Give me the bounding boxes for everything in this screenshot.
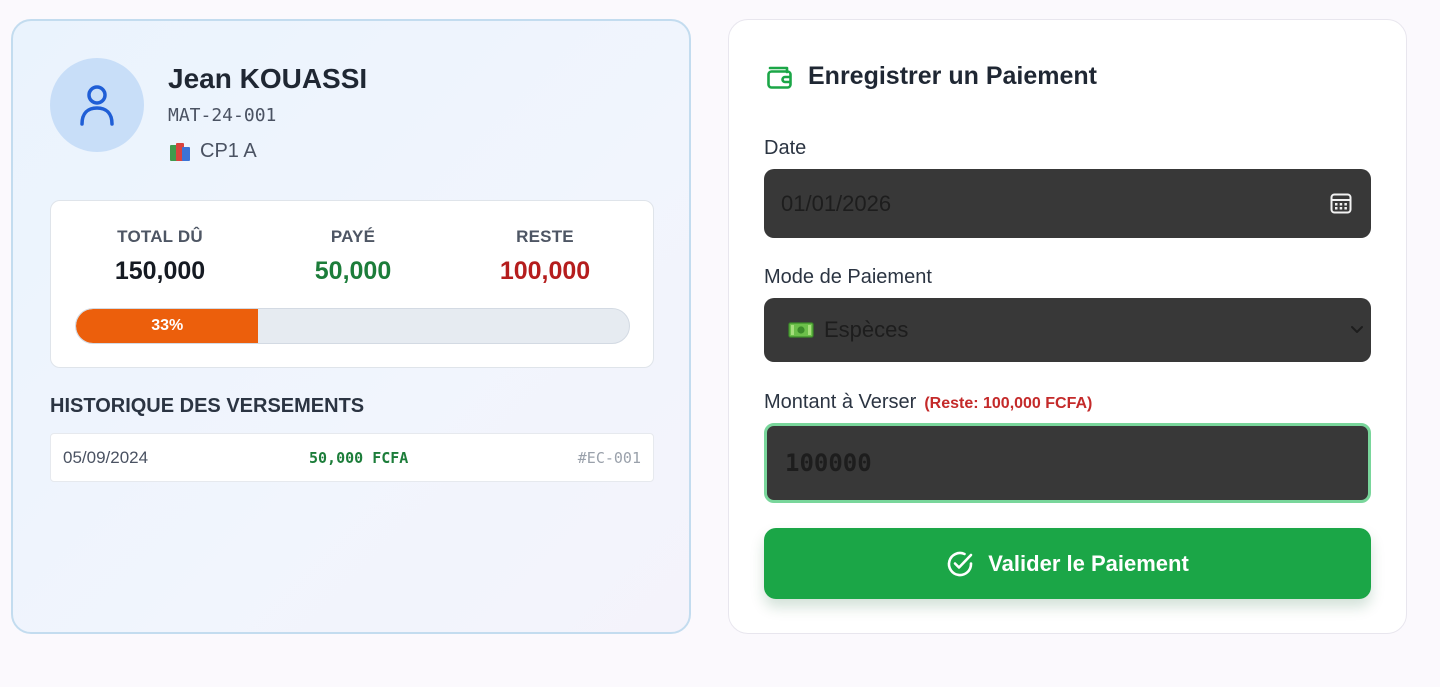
history-reference: #EC-001 xyxy=(577,449,641,467)
payment-form-card: Enregistrer un Paiement Date 01/01/2026 … xyxy=(728,19,1407,634)
amount-label: Montant à Verser (Reste: 100,000 FCFA) xyxy=(764,391,1092,414)
student-matricule: MAT-24-001 xyxy=(168,105,277,126)
paid-label: PAYÉ xyxy=(330,227,376,246)
total-due-label: TOTAL DÛ xyxy=(117,227,203,246)
paid-stat: PAYÉ 50,000 xyxy=(253,227,453,286)
class-label: CP1 A xyxy=(200,140,257,162)
student-name: Jean KOUASSI xyxy=(168,63,368,94)
rest-value: 100,000 xyxy=(499,257,591,285)
amount-label-text: Montant à Verser xyxy=(764,391,917,413)
mode-label: Mode de Paiement xyxy=(764,266,932,288)
date-value: 01/01/2026 xyxy=(781,190,892,216)
validate-payment-button[interactable]: Valider le Paiement xyxy=(764,528,1371,599)
wallet-icon xyxy=(767,66,792,89)
chevron-down-icon[interactable] xyxy=(1349,321,1365,337)
payment-summary: TOTAL DÛ 150,000 PAYÉ 50,000 RESTE 100,0… xyxy=(50,200,654,368)
student-class: CP1 A xyxy=(170,140,257,163)
user-icon xyxy=(80,85,114,126)
history-date: 05/09/2024 xyxy=(63,448,149,467)
payment-mode-value: Espèces xyxy=(824,317,909,342)
rest-stat: RESTE 100,000 xyxy=(445,227,645,286)
total-due-value: 150,000 xyxy=(114,257,206,285)
calendar-icon[interactable] xyxy=(1329,191,1353,215)
amount-input[interactable]: 100000 xyxy=(764,423,1371,503)
check-circle-icon xyxy=(947,551,973,576)
payment-mode-select[interactable]: Espèces xyxy=(764,298,1371,362)
paid-value: 50,000 xyxy=(314,257,392,285)
payment-progress-fill: 33% xyxy=(76,309,259,343)
rest-label: RESTE xyxy=(516,227,574,246)
history-row[interactable]: 05/09/2024 50,000 FCFA #EC-001 xyxy=(50,433,654,482)
payment-progress-bar: 33% xyxy=(75,308,630,344)
history-title: HISTORIQUE DES VERSEMENTS xyxy=(50,395,365,417)
banknote-icon xyxy=(788,322,814,338)
form-title: Enregistrer un Paiement xyxy=(766,62,1097,91)
books-icon xyxy=(170,142,192,161)
date-input[interactable]: 01/01/2026 xyxy=(764,169,1371,238)
student-card: Jean KOUASSI MAT-24-001 CP1 A TOTAL DÛ 1… xyxy=(11,19,691,634)
amount-value: 100000 xyxy=(785,449,872,477)
amount-remaining-hint: (Reste: 100,000 FCFA) xyxy=(924,395,1093,412)
avatar xyxy=(50,58,144,152)
history-amount: 50,000 FCFA xyxy=(309,449,409,467)
validate-payment-label: Valider le Paiement xyxy=(988,550,1189,576)
form-title-text: Enregistrer un Paiement xyxy=(808,62,1097,90)
date-label: Date xyxy=(764,137,807,159)
total-due-stat: TOTAL DÛ 150,000 xyxy=(60,227,260,286)
